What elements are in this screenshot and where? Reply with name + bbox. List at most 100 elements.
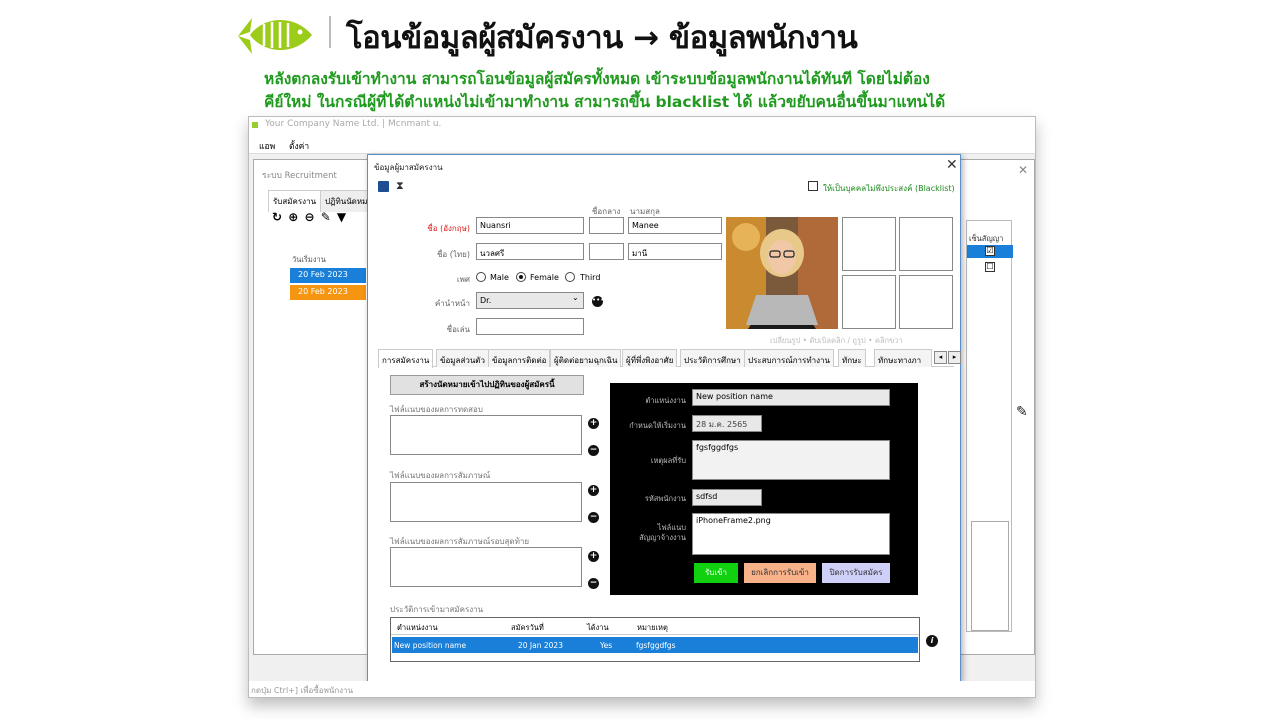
remove-icon[interactable]: − (588, 445, 599, 456)
prefix-label: คำนำหน้า (434, 299, 470, 308)
contract-checkbox[interactable]: ☐ (985, 262, 995, 272)
chevron-right-icon[interactable]: ▸ (948, 351, 961, 364)
middle-name-th-field[interactable] (589, 243, 624, 260)
prefix-select[interactable]: Dr. (476, 292, 584, 309)
position-field[interactable]: New position name (692, 389, 890, 406)
add-icon[interactable]: + (588, 485, 599, 496)
history-cell: Yes (600, 641, 613, 650)
employee-code-label: รหัสพนักงาน (644, 494, 686, 503)
sex-female-radio[interactable] (516, 272, 526, 282)
more-icon[interactable]: ••• (592, 296, 604, 307)
photo-hint: เปลี่ยนรูป • ดับเบิลคลิก / ถูรูป • คลิกข… (770, 336, 903, 345)
add-icon[interactable]: + (588, 551, 599, 562)
table-row[interactable]: New position name 20 Jan 2023 Yes fgsfgg… (392, 637, 918, 653)
make-appointment-button[interactable]: สร้างนัดหมายเข้าไปปฏิทินของผู้สมัครนี้ (390, 375, 584, 395)
slide-description-line-1: หลังตกลงรับเข้าทำงาน สามารถโอนข้อมูลผู้ส… (264, 70, 930, 88)
history-col-position: ตำแหน่งงาน (397, 623, 438, 632)
last-name-en-field[interactable]: Manee (628, 217, 722, 234)
menu-app[interactable]: แอพ (259, 139, 275, 153)
window-titlebar: Your Company Name Ltd. | Mcnmant u. (249, 117, 1035, 134)
reason-label: เหตุผลที่รับ (650, 456, 686, 465)
remove-icon[interactable]: − (588, 512, 599, 523)
history-col-note: หมายเหตุ (637, 623, 668, 632)
photo-slot[interactable] (899, 217, 953, 271)
sex-third-radio[interactable] (565, 272, 575, 282)
reason-field[interactable]: fgsfggdfgs (692, 440, 890, 480)
title-divider (329, 16, 331, 48)
sex-label: เพศ (456, 275, 470, 284)
name-th-label: ชื่อ (ไทย) (436, 250, 470, 259)
photo-slot[interactable] (899, 275, 953, 329)
info-icon[interactable]: i (926, 635, 938, 647)
contract-column: เซ็นสัญญา ☑ ☐ (966, 220, 1013, 632)
sex-male-radio[interactable] (476, 272, 486, 282)
contract-file-label: ไฟล์แนบ สัญญาจ้างงาน (639, 523, 686, 542)
last-name-th-field[interactable]: มานี (628, 243, 722, 260)
tab-applications[interactable]: รับสมัครงาน (268, 190, 322, 212)
tab-scroll: ◂ ▸ (934, 351, 962, 364)
first-name-th-field[interactable]: นวลศรี (476, 243, 584, 260)
table-row[interactable]: ☑ (967, 245, 1013, 258)
tab-dependents[interactable]: ผู้ที่พึ่งพิงอาศัย (622, 349, 678, 367)
menu-settings[interactable]: ตั้งค่า (289, 139, 309, 153)
table-row[interactable]: ☐ (967, 261, 1013, 274)
close-icon[interactable]: ✕ (946, 157, 958, 173)
hourglass-icon[interactable]: ⧗ (396, 179, 404, 193)
tab-language[interactable]: ทักษะทางภา (874, 349, 932, 367)
start-date-header: วันเริ่มงาน (292, 255, 326, 264)
statusbar: กดปุ่ม Ctrl+] เพื่อซื้อพนักงาน (249, 681, 1035, 697)
employee-code-field[interactable]: sdfsd (692, 489, 762, 506)
history-cell: fgsfggdfgs (636, 641, 676, 650)
start-date-picker[interactable]: 28 ม.ค. 2565 (692, 415, 762, 432)
remove-icon[interactable]: − (588, 578, 599, 589)
table-row[interactable]: 20 Feb 2023 (290, 268, 366, 283)
close-recruitment-button[interactable]: ปิดการรับสมัคร (822, 563, 890, 583)
accept-button[interactable]: รับเข้า (694, 563, 738, 583)
slide-title: โอนข้อมูลผู้สมัครงาน → ข้อมูลพนักงาน (346, 20, 858, 56)
dialog-title: ข้อมูลผู้มาสมัครงาน (374, 163, 443, 172)
photo-slot[interactable] (842, 217, 896, 271)
contract-checkbox[interactable]: ☑ (985, 246, 995, 256)
dialog-tabs: การสมัครงาน ข้อมูลส่วนตัว ข้อมูลการติดต่… (378, 349, 961, 368)
menubar: แอพ ตั้งค่า (249, 134, 1035, 154)
blacklist-checkbox[interactable] (808, 181, 818, 191)
tab-skills[interactable]: ทักษะ (838, 349, 866, 367)
interview-file-list[interactable] (390, 482, 582, 522)
chevron-down-icon[interactable]: ⌄ (572, 293, 579, 302)
table-row[interactable]: 20 Feb 2023 (290, 285, 366, 300)
middle-name-en-field[interactable] (589, 217, 624, 234)
nickname-field[interactable] (476, 318, 584, 335)
history-label: ประวัติการเข้ามาสมัครงาน (390, 605, 484, 614)
tab-experience[interactable]: ประสบการณ์การทำงาน (744, 349, 834, 367)
history-col-hired: ได้งาน (587, 623, 609, 632)
history-col-date: สมัครวันที่ (511, 623, 544, 632)
history-table: ตำแหน่งงาน สมัครวันที่ ได้งาน หมายเหตุ N… (390, 617, 920, 662)
cancel-accept-button[interactable]: ยกเลิกการรับเข้า (744, 563, 816, 583)
save-icon[interactable] (378, 181, 389, 192)
applicant-photo[interactable] (726, 217, 838, 329)
history-header: ตำแหน่งงาน สมัครวันที่ ได้งาน หมายเหตุ (391, 618, 919, 635)
first-name-en-field[interactable]: Nuansri (476, 217, 584, 234)
sex-third-label: Third (580, 273, 601, 282)
contract-file-field[interactable]: iPhoneFrame2.png (692, 513, 890, 555)
chevron-left-icon[interactable]: ◂ (934, 351, 947, 364)
fish-logo-icon (238, 18, 312, 54)
tab-contact[interactable]: ข้อมูลการติดต่อ (488, 349, 551, 367)
recruitment-window-title: ระบบ Recruitment (262, 171, 337, 181)
edit-pencil-icon[interactable]: ✎ (1016, 404, 1028, 420)
detail-box (971, 521, 1009, 631)
slide-description-line-2: คีย์ใหม่ ในกรณีผู้ที่ได้ตำแหน่งไม่เข้ามา… (264, 93, 946, 111)
nickname-label: ชื่อเล่น (446, 325, 470, 334)
position-label: ตำแหน่งงาน (645, 396, 686, 405)
recruitment-toolbar[interactable]: ↻ ⊕ ⊖ ✎ ▼ (272, 210, 372, 230)
applicant-dialog: ข้อมูลผู้มาสมัครงาน ✕ ⧗ ให้เป็นบุคคลไม่พ… (367, 154, 961, 682)
final-interview-file-list[interactable] (390, 547, 582, 587)
add-icon[interactable]: + (588, 418, 599, 429)
test-file-list[interactable] (390, 415, 582, 455)
photo-slot[interactable] (842, 275, 896, 329)
tab-application[interactable]: การสมัครงาน (378, 349, 434, 368)
close-icon[interactable]: ✕ (1018, 163, 1028, 177)
tab-emergency[interactable]: ผู้ติดต่อยามฉุกเฉิน (550, 349, 622, 367)
tab-education[interactable]: ประวัติการศึกษา (680, 349, 745, 367)
tab-personal[interactable]: ข้อมูลส่วนตัว (436, 349, 489, 367)
